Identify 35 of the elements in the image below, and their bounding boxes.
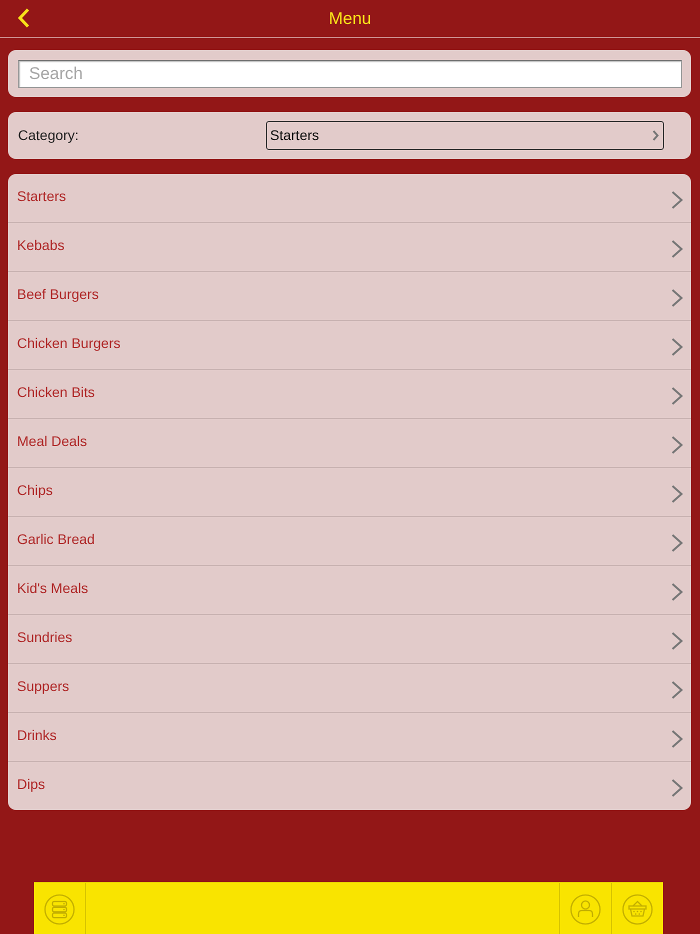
- chevron-right-icon: [652, 130, 659, 141]
- menu-category-item[interactable]: Drinks: [8, 713, 691, 762]
- header-title: Menu: [328, 8, 372, 30]
- menu-category-item[interactable]: Dips: [8, 762, 691, 810]
- menu-category-item[interactable]: Kebabs: [8, 223, 691, 272]
- chevron-right-icon: [671, 338, 683, 356]
- menu-category-item[interactable]: Garlic Bread: [8, 517, 691, 566]
- chevron-right-icon: [671, 632, 683, 650]
- chevron-right-icon: [671, 730, 683, 748]
- menu-category-item[interactable]: Chicken Bits: [8, 370, 691, 419]
- chevron-right-icon: [671, 583, 683, 601]
- chevron-right-icon: [671, 387, 683, 405]
- menu-category-item[interactable]: Sundries: [8, 615, 691, 664]
- chevron-right-icon: [671, 779, 683, 797]
- category-label: Category:: [18, 126, 80, 145]
- chevron-right-icon: [671, 191, 683, 209]
- user-icon: [570, 894, 601, 924]
- menu-category-item[interactable]: Beef Burgers: [8, 272, 691, 321]
- stack-icon: [44, 894, 75, 924]
- chevron-right-icon: [671, 485, 683, 503]
- basket-icon: [622, 894, 653, 924]
- chevron-right-icon: [671, 681, 683, 699]
- menu-category-item[interactable]: Chicken Burgers: [8, 321, 691, 370]
- menu-category-item[interactable]: Starters: [8, 174, 691, 223]
- chevron-right-icon: [671, 436, 683, 454]
- menu-category-item[interactable]: Chips: [8, 468, 691, 517]
- back-icon: [18, 8, 30, 28]
- chevron-right-icon: [671, 240, 683, 258]
- chevron-right-icon: [671, 289, 683, 307]
- category-dropdown[interactable]: Starters: [266, 121, 664, 150]
- menu-category-item[interactable]: Meal Deals: [8, 419, 691, 468]
- search-field[interactable]: Search: [18, 60, 682, 88]
- chevron-right-icon: [671, 534, 683, 552]
- menu-category-item[interactable]: Suppers: [8, 664, 691, 713]
- menu-category-item[interactable]: Kid's Meals: [8, 566, 691, 615]
